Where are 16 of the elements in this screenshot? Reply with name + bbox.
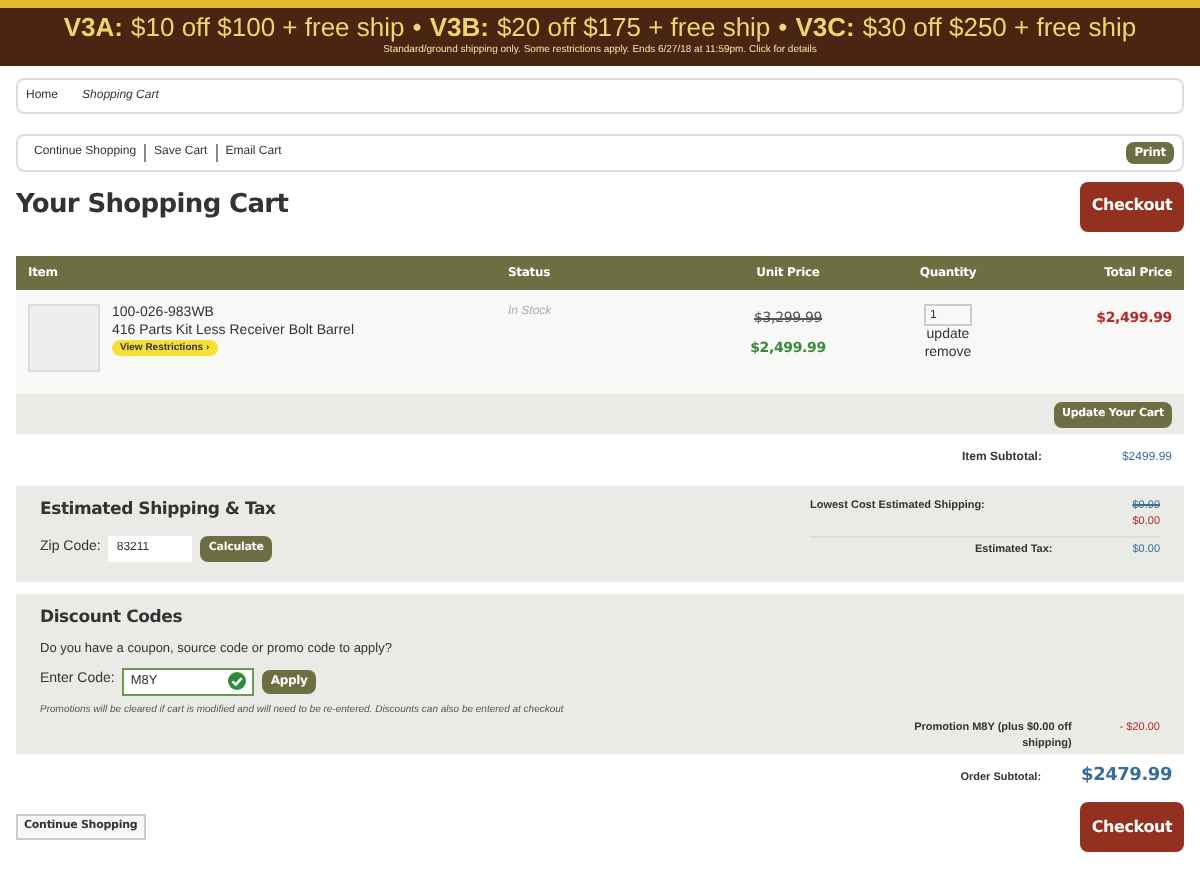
check-icon bbox=[228, 672, 247, 690]
offer-code: V3A: bbox=[63, 12, 124, 44]
order-subtotal-value: $2479.99 bbox=[1081, 764, 1172, 791]
offer-code: V3C: bbox=[795, 12, 855, 44]
separator: • bbox=[412, 12, 422, 44]
offer-text: $30 off $250 + free ship bbox=[862, 12, 1137, 44]
offer-text: $10 off $100 + free ship bbox=[131, 12, 405, 44]
discount-heading: Discount Codes bbox=[40, 606, 185, 632]
offer-code: V3B: bbox=[429, 12, 489, 44]
page-title: Your Shopping Cart bbox=[16, 188, 289, 225]
checkout-button[interactable]: Checkout bbox=[1080, 181, 1184, 231]
product-image bbox=[28, 304, 100, 372]
shipping-heading: Estimated Shipping & Tax bbox=[40, 498, 276, 524]
separator: • bbox=[778, 12, 788, 44]
offer-text: $20 off $175 + free ship bbox=[496, 12, 771, 44]
checkout-button[interactable]: Checkout bbox=[1080, 802, 1184, 852]
